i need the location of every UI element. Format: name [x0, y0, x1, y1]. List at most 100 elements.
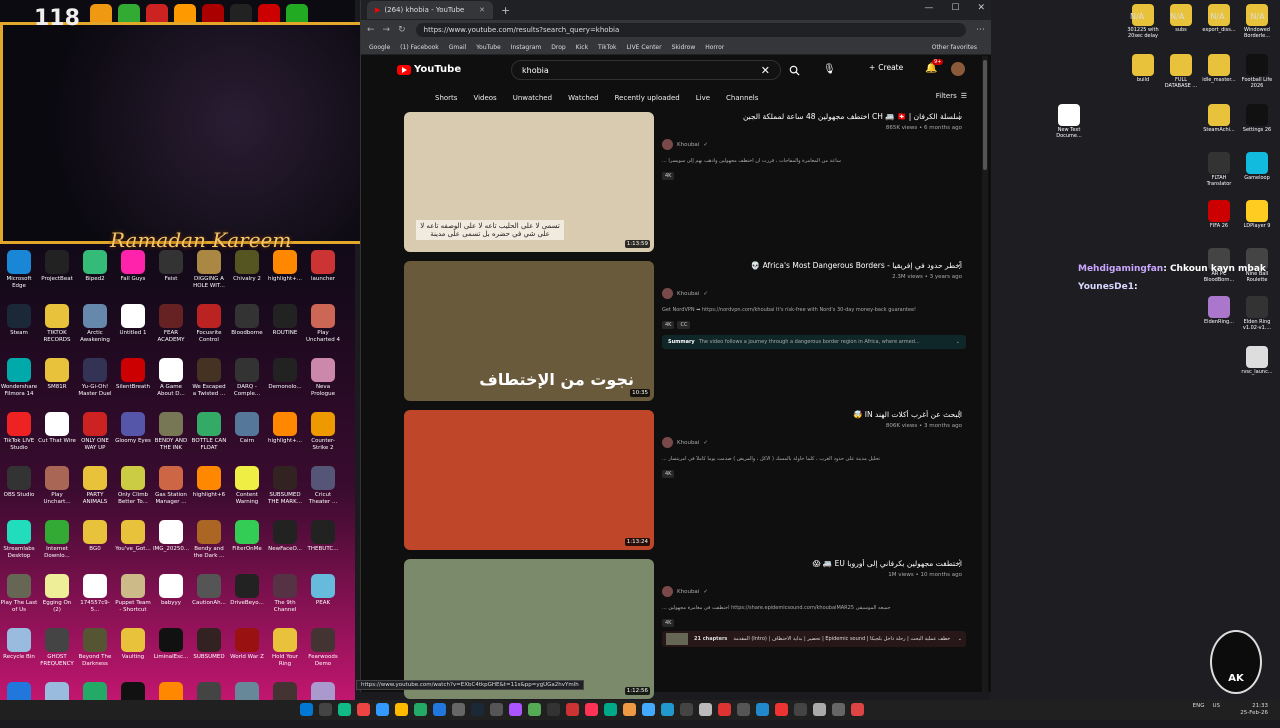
desktop-icon[interactable]: highlight+... — [266, 250, 304, 296]
desktop-icon[interactable]: BG0 — [76, 520, 114, 566]
channel-name[interactable]: Khoubai — [677, 589, 699, 595]
desktop-icon[interactable]: SUBSUMED — [190, 628, 228, 674]
desktop-icon[interactable]: Gas Station Manager ... — [152, 466, 190, 512]
desktop-icon[interactable]: CautionAh... — [190, 574, 228, 620]
desktop-icon[interactable]: Counter-Strike 2 — [304, 412, 342, 458]
page-scrollbar[interactable] — [982, 56, 988, 692]
taskbar-app-icon[interactable] — [395, 703, 408, 716]
desktop-icon[interactable]: The 9th Channel — [266, 574, 304, 620]
filter-chip[interactable]: Unwatched — [513, 94, 552, 102]
clear-search-icon[interactable]: ✕ — [761, 64, 770, 77]
taskbar-app-icon[interactable] — [737, 703, 750, 716]
desktop-icon[interactable]: FEAR ACADEMY — [152, 304, 190, 350]
desktop-icon[interactable]: Streamlabs Desktop — [0, 520, 38, 566]
video-title[interactable]: سلسلة الكرفان | CH 🚐 🇨🇭 اختطف مجهولين 48… — [662, 112, 962, 124]
create-button[interactable]: + Create — [869, 63, 903, 72]
video-result[interactable]: تسمى لا على الحليب تاعه لا على الوصفه تا… — [404, 112, 984, 261]
filter-chip[interactable]: Live — [696, 94, 710, 102]
new-tab-button[interactable]: + — [501, 4, 510, 17]
forward-icon[interactable]: → — [383, 25, 391, 35]
desktop-icon[interactable]: Focusrite Control — [190, 304, 228, 350]
desktop-icon[interactable]: Bloodborne — [228, 304, 266, 350]
taskbar-app-icon[interactable] — [547, 703, 560, 716]
desktop-icon[interactable]: Neva Prologue — [304, 358, 342, 404]
language-indicator[interactable]: ENG — [1193, 703, 1205, 709]
desktop-icon[interactable]: BOTTLE CAN FLOAT — [190, 412, 228, 458]
channel-avatar[interactable] — [662, 586, 673, 597]
taskbar-app-icon[interactable] — [338, 703, 351, 716]
desktop-icon[interactable]: EldenRing... — [1200, 296, 1238, 325]
desktop-icon[interactable]: BENDY AND THE INK MACHINE — [152, 412, 190, 458]
desktop-icon[interactable]: Internet Downlo... — [38, 520, 76, 566]
bookmark-item[interactable]: Kick — [576, 44, 588, 51]
bookmark-item[interactable]: LIVE Center — [626, 44, 661, 51]
taskbar-app-icon[interactable] — [832, 703, 845, 716]
desktop-icon[interactable]: DriveBeyo... — [228, 574, 266, 620]
desktop-icon[interactable]: Biped2 — [76, 250, 114, 296]
desktop-icon[interactable]: Untitled 1 — [114, 304, 152, 350]
clock[interactable]: 21:33 25-Feb-26 — [1240, 703, 1268, 717]
filter-chip[interactable]: Videos — [473, 94, 496, 102]
taskbar-app-icon[interactable] — [718, 703, 731, 716]
taskbar-app-icon[interactable] — [585, 703, 598, 716]
channel-row[interactable]: Khoubai ✓ — [662, 586, 962, 597]
desktop-icon[interactable]: Gameloop — [1238, 152, 1276, 181]
taskbar-app-icon[interactable] — [604, 703, 617, 716]
bookmark-item[interactable]: YouTube — [476, 44, 500, 51]
desktop-icon[interactable]: TIKTOK RECORDS — [38, 304, 76, 350]
taskbar-app-icon[interactable] — [452, 703, 465, 716]
close-tab-icon[interactable]: ✕ — [479, 6, 485, 14]
desktop-icon[interactable]: Arctic Awakening — [76, 304, 114, 350]
channel-avatar[interactable] — [662, 437, 673, 448]
chevron-down-icon[interactable]: ⌄ — [956, 339, 960, 345]
desktop-icon[interactable]: IMG_20250... — [152, 520, 190, 566]
channel-name[interactable]: Khoubai — [677, 440, 699, 446]
taskbar-app-icon[interactable] — [794, 703, 807, 716]
desktop-icon[interactable]: ROUTINE — [266, 304, 304, 350]
desktop-icon[interactable]: Bendy and the Dark ... — [190, 520, 228, 566]
desktop-icon[interactable]: Gloomy Eyes — [114, 412, 152, 458]
bookmark-item[interactable]: Instagram — [511, 44, 542, 51]
desktop-icon[interactable]: Content Warning — [228, 466, 266, 512]
mic-icon[interactable]: 🎙 — [823, 64, 836, 75]
desktop-icon[interactable]: LDPlayer 9 — [1238, 200, 1276, 229]
desktop-icon[interactable]: Only Climb Better To... — [114, 466, 152, 512]
url-field[interactable]: https://www.youtube.com/results?search_q… — [415, 23, 966, 37]
video-title[interactable]: أخطر حدود في إفريقيا - Africa's Most Dan… — [662, 261, 962, 273]
extensions-icon[interactable]: ⋯ — [976, 25, 985, 35]
desktop-icon[interactable]: DARQ - Comple... — [228, 358, 266, 404]
video-title[interactable]: اختطفت مجهولين بكرفاني إلى أوروبا EU 🚐 😱 — [662, 559, 962, 571]
filter-chip[interactable]: Watched — [568, 94, 599, 102]
desktop-icon[interactable]: TikTok LIVE Studio — [0, 412, 38, 458]
desktop-icon[interactable]: Demonolo... — [266, 358, 304, 404]
desktop-icon[interactable]: SUBSUMED THE MARK... — [266, 466, 304, 512]
account-avatar[interactable] — [951, 62, 965, 76]
channel-row[interactable]: Khoubai ✓ — [662, 288, 962, 299]
video-thumbnail[interactable]: تسمى لا على الحليب تاعه لا على الوصفه تا… — [404, 112, 654, 252]
desktop-icon[interactable]: Fall Guys — [114, 250, 152, 296]
desktop-icon[interactable]: Settings 26 — [1238, 104, 1276, 133]
desktop-icon[interactable]: Recycle Bin — [0, 628, 38, 674]
more-options-icon[interactable]: ⋮ — [955, 261, 964, 271]
filters-button[interactable]: Filters ☰ — [936, 92, 967, 100]
bookmark-item[interactable]: Skidrow — [672, 44, 696, 51]
ai-summary[interactable]: Summary The video follows a journey throu… — [662, 335, 966, 349]
desktop-icon[interactable]: highlight+... — [266, 412, 304, 458]
chapters-row[interactable]: 21 chapters المقدمة (Intro) | تحضير | بدا… — [662, 631, 966, 647]
taskbar-app-icon[interactable] — [775, 703, 788, 716]
bookmark-item[interactable]: Horror — [705, 44, 724, 51]
desktop-icon[interactable]: We Escaped a Twisted ... — [190, 358, 228, 404]
browser-tab[interactable]: ▶ (264) khobia - YouTube ✕ — [367, 1, 493, 19]
desktop-icon[interactable]: 301225 with 20sec delay — [1124, 4, 1162, 39]
bookmark-item[interactable]: TikTok — [598, 44, 616, 51]
desktop-icon[interactable]: Elden Ring v1.02-v1.... — [1238, 296, 1276, 331]
desktop-icon[interactable]: Wondershare Filmora 14 — [0, 358, 38, 404]
desktop-icon[interactable]: build — [1124, 54, 1162, 83]
desktop-icon[interactable]: ONLY ONE WAY UP — [76, 412, 114, 458]
desktop-icon[interactable]: Vaulting — [114, 628, 152, 674]
desktop-icon[interactable]: Microsoft Edge — [0, 250, 38, 296]
desktop-icon[interactable]: Egging On (2) — [38, 574, 76, 620]
desktop-icon[interactable]: ProjectBeat — [38, 250, 76, 296]
bookmark-item[interactable]: Gmail — [449, 44, 467, 51]
filter-chip[interactable]: Channels — [726, 94, 758, 102]
